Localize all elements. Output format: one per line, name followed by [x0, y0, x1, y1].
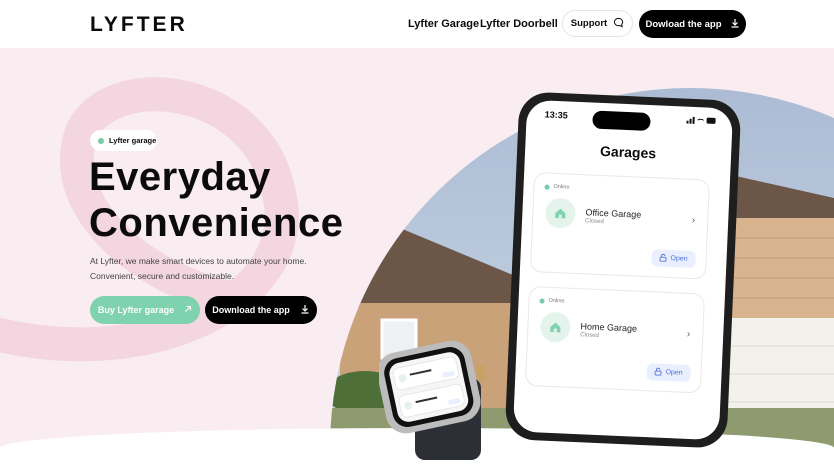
download-icon — [730, 18, 740, 31]
hero-badge: Lyfter garage — [90, 130, 157, 151]
phone-screen: 13:35 Garages Online Office Garage Close… — [512, 99, 734, 441]
hero-title-line1: Everyday — [89, 155, 271, 199]
open-label: Open — [670, 255, 688, 263]
chevron-right-icon[interactable]: › — [687, 329, 691, 340]
online-status: Online — [539, 297, 565, 305]
phone-time: 13:35 — [544, 109, 568, 121]
download-icon — [300, 304, 310, 316]
buy-lyfter-garage-button[interactable]: Buy Lyfter garage — [90, 296, 200, 324]
garage-state: Closed — [584, 218, 604, 226]
download-app-button-hero[interactable]: Download the app — [205, 296, 317, 324]
open-garage-button[interactable]: Open — [651, 249, 696, 269]
garages-title: Garages — [599, 142, 657, 162]
online-status: Online — [544, 183, 570, 191]
download-label: Dowload the app — [645, 18, 722, 30]
status-dot-icon — [98, 137, 104, 144]
online-dot-icon — [544, 184, 550, 190]
hero-title: Everyday Convenience — [89, 154, 343, 246]
top-nav: LYFTER Lyfter Garage Lyfter Doorbell Sup… — [0, 0, 834, 48]
support-button[interactable]: Support — [562, 10, 633, 37]
home-icon — [544, 197, 577, 229]
open-label: Open — [665, 368, 683, 377]
hero-description-line1: At Lyfter, we make smart devices to auto… — [90, 256, 307, 266]
logo[interactable]: LYFTER — [90, 13, 188, 37]
support-label: Support — [570, 18, 608, 29]
garage-card-office[interactable]: Online Office Garage Closed › Open — [529, 172, 711, 280]
hero-description: At Lyfter, we make smart devices to auto… — [90, 254, 340, 283]
phone-mockup: 13:35 Garages Online Office Garage Close… — [504, 91, 742, 449]
online-dot-icon — [539, 297, 545, 304]
garage-state: Closed — [579, 332, 599, 340]
lock-icon — [654, 367, 662, 377]
hero-title-line2: Convenience — [89, 201, 344, 245]
download-app-button-nav[interactable]: Dowload the app — [639, 10, 746, 38]
nav-link-lyfter-garage[interactable]: Lyfter Garage — [408, 18, 479, 30]
dynamic-island — [592, 110, 651, 132]
download-label: Download the app — [212, 305, 290, 315]
smartwatch-mockup — [377, 338, 489, 460]
lock-icon — [659, 253, 667, 263]
online-label: Online — [548, 297, 565, 305]
buy-label: Buy Lyfter garage — [97, 305, 175, 315]
chat-icon — [613, 17, 624, 31]
badge-label: Lyfter garage — [109, 136, 157, 145]
garage-card-home[interactable]: Online Home Garage Closed › Open — [524, 285, 706, 394]
home-icon — [539, 311, 572, 343]
hero-description-line2: Convenient, secure and customizable. — [90, 270, 235, 281]
nav-link-lyfter-doorbell[interactable]: Lyfter Doorbell — [480, 18, 558, 30]
status-bar-icons — [686, 116, 716, 127]
arrow-up-right-icon — [184, 305, 192, 315]
online-label: Online — [553, 183, 570, 191]
chevron-right-icon[interactable]: › — [692, 215, 696, 226]
open-garage-button[interactable]: Open — [646, 363, 691, 383]
